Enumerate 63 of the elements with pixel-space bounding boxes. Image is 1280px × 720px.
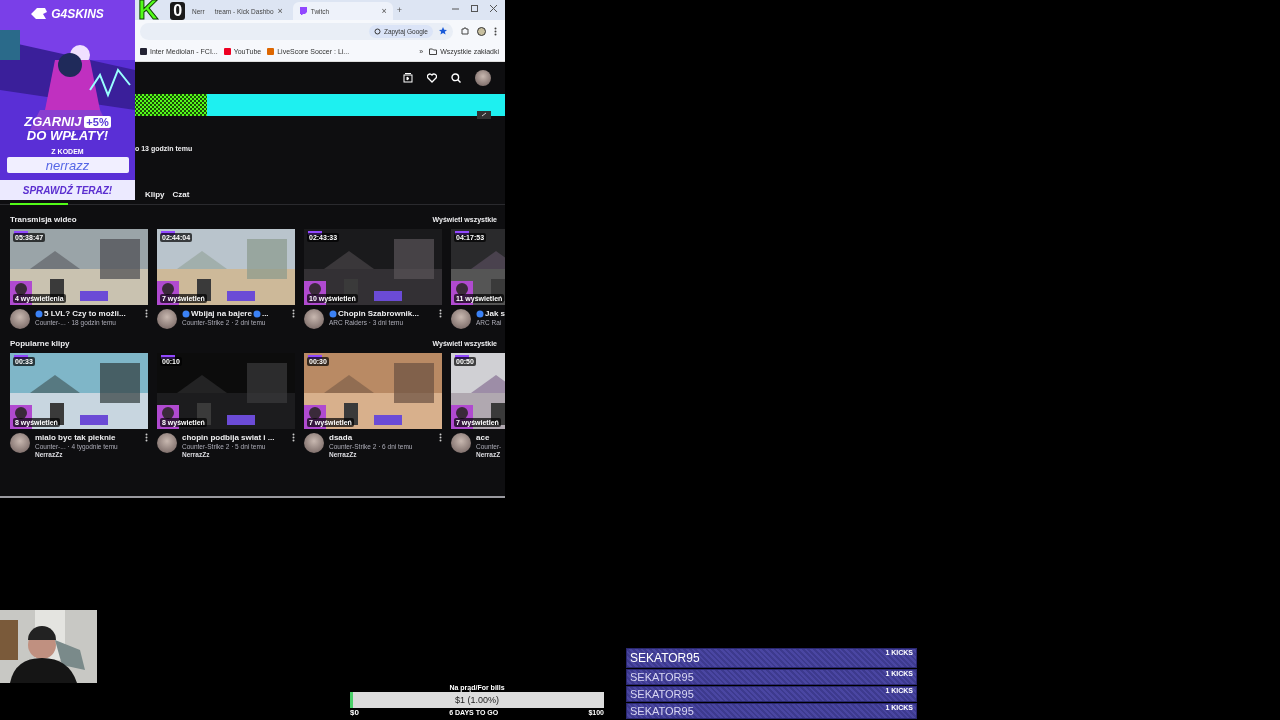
- video-title[interactable]: mialo byc tak pieknie: [35, 433, 116, 442]
- profile-icon[interactable]: [477, 26, 486, 36]
- goal-amount: $1 (1.00%): [455, 695, 499, 705]
- close-icon[interactable]: ×: [381, 6, 387, 16]
- more-icon[interactable]: [439, 433, 442, 442]
- supporter-name: SEKATOR95: [630, 688, 694, 700]
- more-icon[interactable]: [145, 433, 148, 442]
- video-title[interactable]: Jak s: [485, 309, 505, 318]
- menu-icon[interactable]: [494, 26, 497, 36]
- twitch-icon: [298, 7, 307, 15]
- supporter-name: SEKATOR95: [630, 705, 694, 717]
- circle-icon: [252, 309, 261, 318]
- circle-icon: [182, 309, 190, 318]
- more-icon[interactable]: [292, 433, 295, 442]
- section-title: Transmisja wideo: [10, 215, 77, 224]
- video-title[interactable]: ace: [476, 433, 490, 442]
- more-icon[interactable]: [439, 309, 442, 318]
- supporter-name: SEKATOR95: [630, 651, 700, 665]
- avatar: [304, 309, 324, 329]
- promo-code: nerrazz: [6, 157, 129, 173]
- new-tab-button[interactable]: +: [396, 5, 403, 15]
- video-title[interactable]: chopin podbija swiat i ...: [182, 433, 275, 442]
- folder-icon: [429, 48, 438, 55]
- brand-name: G4SKINS: [51, 7, 104, 21]
- maximize-icon[interactable]: [471, 4, 478, 12]
- lens-icon: [373, 27, 381, 35]
- video-title[interactable]: Chopin Szabrownik...: [338, 309, 419, 318]
- avatar: [157, 433, 177, 453]
- circle-icon: [329, 309, 337, 318]
- avatar: [304, 433, 324, 453]
- cta-button[interactable]: SPRAWDŹ TERAZ!: [0, 180, 135, 200]
- video-title[interactable]: Wbijaj na bajere: [191, 309, 252, 318]
- page-tab[interactable]: Klipy: [145, 190, 165, 199]
- video-title[interactable]: dsada: [329, 433, 353, 442]
- ad-headline: ZGARNIJ: [24, 115, 82, 129]
- avatar: [10, 433, 30, 453]
- expand-button[interactable]: [477, 111, 491, 119]
- video-title[interactable]: ...: [261, 309, 269, 318]
- ad-headline: DO WPŁATY!: [26, 129, 109, 143]
- close-icon[interactable]: [490, 4, 497, 12]
- avatar: [157, 309, 177, 329]
- avatar: [451, 433, 471, 453]
- circle-icon: [476, 309, 484, 318]
- video-title[interactable]: 5 LVL? Czy to możli...: [44, 309, 126, 318]
- bonus-label: +5%: [84, 116, 111, 128]
- search-icon[interactable]: [451, 73, 461, 83]
- viewer-count: 0: [170, 2, 186, 20]
- section-title: Popularne klipy: [10, 339, 70, 348]
- square-icon: [267, 48, 275, 55]
- circle-icon: [35, 309, 43, 318]
- avatar[interactable]: [475, 70, 491, 86]
- video-icon[interactable]: [403, 73, 413, 83]
- supporter-name: SEKATOR95: [630, 671, 694, 683]
- goal-min: $0: [350, 708, 359, 717]
- more-icon[interactable]: [145, 309, 148, 318]
- avatar: [10, 309, 30, 329]
- heart-icon[interactable]: [427, 73, 437, 83]
- tab-underline: [10, 203, 68, 205]
- page-tab[interactable]: Czat: [172, 190, 190, 199]
- more-icon[interactable]: [292, 309, 295, 318]
- kick-logo: K: [138, 0, 159, 24]
- close-icon[interactable]: ×: [277, 6, 283, 16]
- avatar: [451, 309, 471, 329]
